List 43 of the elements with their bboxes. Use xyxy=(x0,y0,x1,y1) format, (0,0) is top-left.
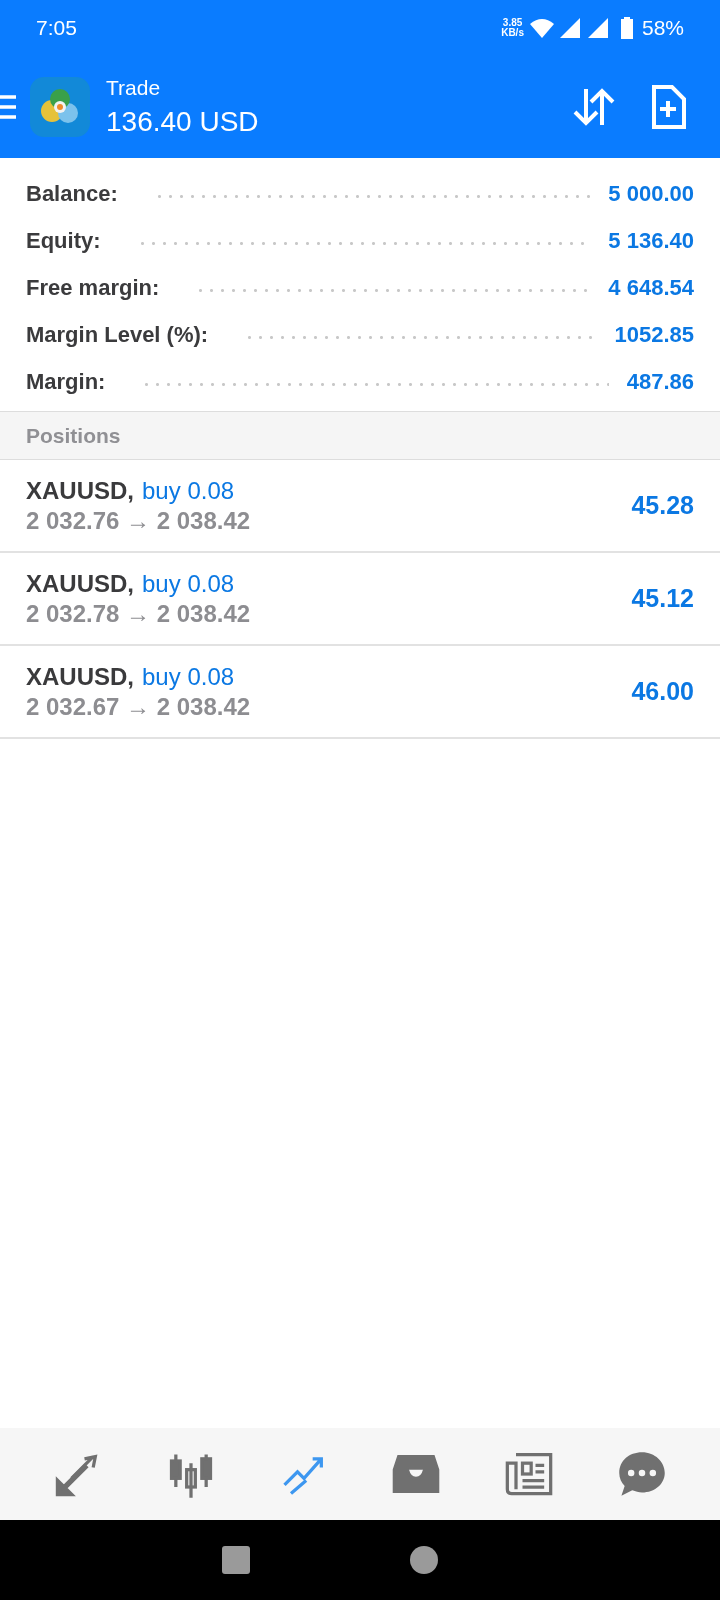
position-prices: 2 032.76 → 2 038.42 xyxy=(26,506,252,535)
position-prices: 2 032.67 → 2 038.42 xyxy=(26,692,252,721)
menu-icon[interactable] xyxy=(0,94,16,120)
battery-percent: 58% xyxy=(641,16,684,40)
section-title: Positions xyxy=(26,423,121,448)
position-symbol: XAUUSD, xyxy=(26,662,134,691)
account-profit: 136.40 USD xyxy=(106,106,260,138)
position-row[interactable]: XAUUSD, buy 0.08 2 032.76 → 2 038.42 45.28 xyxy=(0,460,720,553)
new-order-button[interactable] xyxy=(650,85,686,129)
signal-icon xyxy=(587,18,610,38)
wifi-icon xyxy=(529,18,554,38)
position-symbol: XAUUSD, xyxy=(26,476,134,505)
summary-label: Balance: xyxy=(26,180,118,207)
network-speed: 3.85 xyxy=(502,18,523,28)
position-order: buy 0.08 xyxy=(142,569,235,598)
status-time: 7:05 xyxy=(36,16,78,40)
sort-arrows-icon xyxy=(572,87,616,127)
summary-value: 1052.85 xyxy=(614,321,694,348)
summary-value: 5 136.40 xyxy=(608,227,694,254)
position-profit: 45.28 xyxy=(631,491,694,520)
summary-label: Equity: xyxy=(26,227,101,254)
position-profit: 46.00 xyxy=(631,677,694,706)
position-prices: 2 032.78 → 2 038.42 xyxy=(26,599,252,628)
signal-icon xyxy=(559,18,582,38)
summary-label: Margin Level (%): xyxy=(26,321,209,348)
app-logo-icon xyxy=(30,77,90,137)
position-symbol: XAUUSD, xyxy=(26,569,134,598)
position-order: buy 0.08 xyxy=(142,662,235,691)
position-profit: 45.12 xyxy=(631,584,694,613)
network-speed-unit: KB/s xyxy=(501,28,524,38)
summary-value: 4 648.54 xyxy=(608,274,694,301)
position-order: buy 0.08 xyxy=(142,476,235,505)
summary-value: 5 000.00 xyxy=(608,180,694,207)
screen-title: Trade xyxy=(106,76,162,100)
summary-value: 487.86 xyxy=(626,368,694,395)
summary-label: Margin: xyxy=(26,368,106,395)
summary-label: Free margin: xyxy=(26,274,160,301)
sort-button[interactable] xyxy=(572,87,616,127)
home-icon[interactable] xyxy=(410,1546,438,1574)
position-row[interactable]: XAUUSD, buy 0.08 2 032.78 → 2 038.42 45.12 xyxy=(0,553,720,646)
add-document-icon xyxy=(650,85,686,129)
position-row[interactable]: XAUUSD, buy 0.08 2 032.67 → 2 038.42 46.00 xyxy=(0,646,720,739)
battery-icon xyxy=(619,17,634,39)
